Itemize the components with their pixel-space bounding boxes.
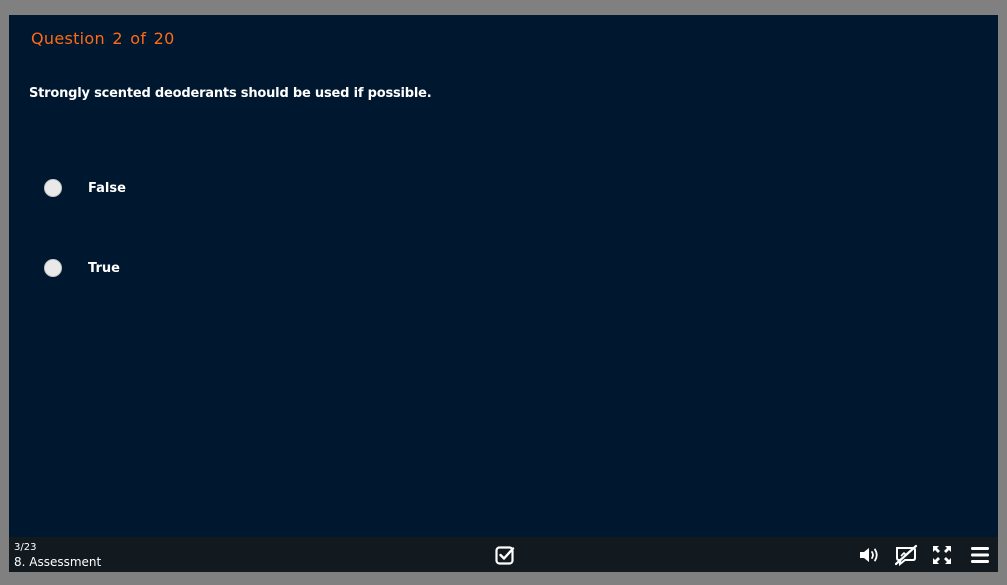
question-number: 2 — [112, 29, 123, 48]
captions-button[interactable] — [894, 544, 918, 566]
answer-option-label: True — [88, 260, 120, 276]
answer-option-false[interactable]: False — [44, 179, 126, 197]
player-control-bar: 3/23 8. Assessment — [9, 537, 998, 572]
question-of-label: of — [130, 29, 147, 48]
volume-icon — [860, 548, 878, 562]
volume-button[interactable] — [858, 544, 880, 566]
menu-button[interactable] — [969, 544, 991, 566]
submit-button[interactable] — [494, 544, 516, 566]
radio-button[interactable] — [44, 259, 62, 277]
menu-icon — [971, 547, 989, 563]
slide-count: 3/23 — [14, 542, 37, 553]
fullscreen-icon — [933, 546, 951, 564]
checkbox-check-icon — [495, 546, 515, 565]
course-player: Question 2 of 20 Strongly scented deoder… — [9, 15, 998, 572]
question-label: Question — [31, 29, 105, 48]
answer-option-label: False — [88, 180, 126, 196]
slide-progress: 3/23 8. Assessment — [14, 541, 101, 569]
question-text: Strongly scented deoderants should be us… — [29, 86, 432, 101]
radio-button[interactable] — [44, 179, 62, 197]
question-total: 20 — [153, 29, 175, 48]
question-counter: Question 2 of 20 — [31, 29, 177, 48]
fullscreen-button[interactable] — [931, 544, 953, 566]
answer-option-true[interactable]: True — [44, 259, 120, 277]
captions-off-icon — [894, 544, 918, 566]
question-slide: Question 2 of 20 Strongly scented deoder… — [9, 15, 998, 537]
section-title: 8. Assessment — [14, 555, 102, 569]
